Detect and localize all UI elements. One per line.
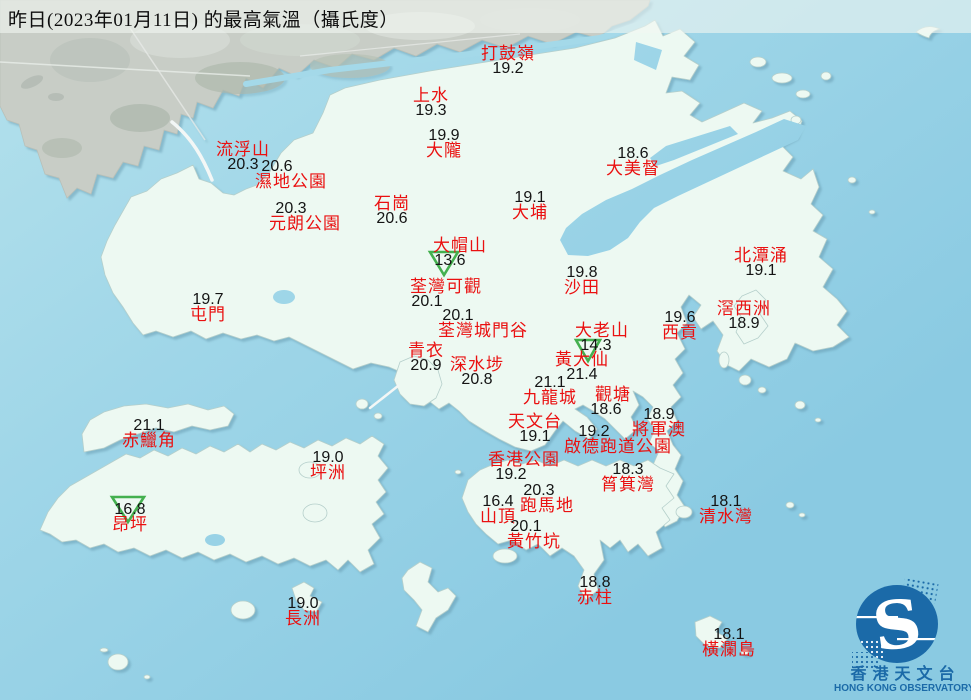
hko-name-chinese: 香港天文台 [850,666,961,683]
hko-max-temperature-map: S 打鼓嶺 19.2 上水 19.3 19.9 大隴 18.6 大美督 流浮山 20.3 20.6 濕… [0,0,971,700]
hko-logo-text: 香港天文台 HONG KONG OBSERVATORY [834,666,971,695]
hko-name-english: HONG KONG OBSERVATORY [834,683,971,694]
tai-lam-reservoir [273,290,295,304]
map-title: 昨日(2023年01月11日) 的最高氣溫（攝氏度） [8,10,399,31]
shek-pik-reservoir [205,534,225,546]
hong-kong-territory-map: S [0,0,971,700]
